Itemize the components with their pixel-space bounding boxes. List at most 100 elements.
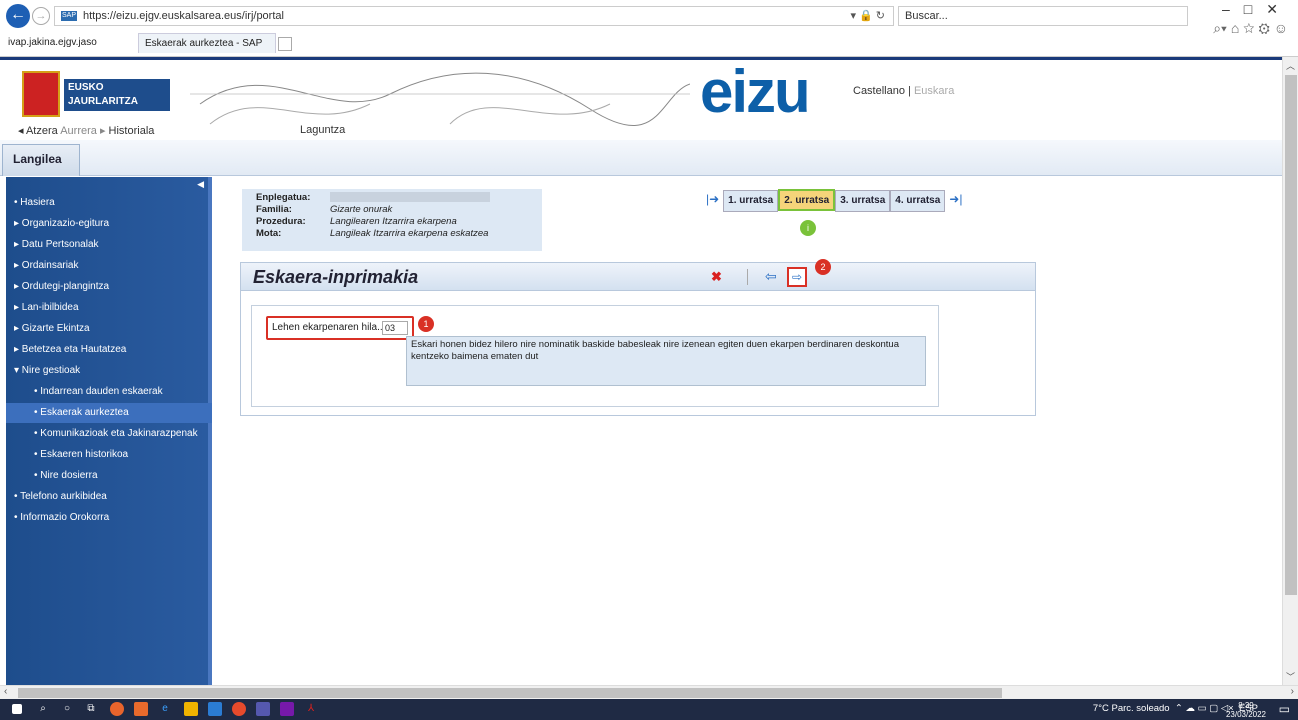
step-badge-2: 2: [815, 259, 831, 275]
sidebar-item-nire-gestioak[interactable]: ▾ Nire gestioak: [6, 361, 212, 381]
step-indicator: |➜ 1. urratsa 2. urratsa 3. urratsa 4. urrat…: [706, 189, 962, 212]
sidebar-item-organizazio[interactable]: ▸ Organizazio-egitura: [6, 214, 212, 234]
sidebar-item-betetzea[interactable]: ▸ Betetzea eta Hautatzea: [6, 340, 212, 360]
family-value: Gizarte onurak: [330, 204, 393, 215]
vertical-scrollbar[interactable]: ︿ ﹀: [1282, 57, 1298, 685]
language-switcher: Castellano | Euskara: [853, 85, 954, 97]
step-3[interactable]: 3. urratsa: [835, 190, 891, 212]
scroll-left-icon[interactable]: ‹: [4, 686, 7, 697]
sidebar-item-ordainsariak[interactable]: ▸ Ordainsariak: [6, 256, 212, 276]
lang-castellano[interactable]: Castellano: [853, 85, 905, 97]
sidebar-item-indarrean[interactable]: • Indarrean dauden eskaerak: [6, 382, 212, 402]
ie-icon[interactable]: e: [158, 702, 172, 716]
month-input[interactable]: 03: [382, 321, 408, 335]
request-form-panel: Eskaera-inprimakia ✖ ⇦ ⇨ 2 Lehen ekarpen…: [240, 259, 1036, 416]
url-text: https://eizu.ejgv.euskalsarea.eus/irj/po…: [83, 10, 284, 22]
step-1[interactable]: 1. urratsa: [723, 190, 779, 212]
sidebar: ◀ • Hasiera ▸ Organizazio-egitura ▸ Datu…: [6, 177, 212, 685]
step-4[interactable]: 4. urratsa: [890, 190, 946, 212]
nav-back-link[interactable]: ◂ Atzera: [18, 125, 58, 137]
eizu-logo: eizu: [700, 58, 811, 125]
task-view-icon[interactable]: ⧉: [84, 702, 98, 716]
sidebar-item-lan-ibilbidea[interactable]: ▸ Lan-ibilbidea: [6, 298, 212, 318]
sidebar-item-ordutegi[interactable]: ▸ Ordutegi-plangintza: [6, 277, 212, 297]
tab-langilea[interactable]: Langilea: [2, 144, 80, 176]
authorization-text: Eskari honen bidez hilero nire nominatik…: [406, 336, 926, 386]
search-icon[interactable]: ⌕: [36, 702, 50, 716]
shield-icon: [22, 71, 60, 117]
outlook-mail-icon[interactable]: [208, 702, 222, 716]
teams-icon[interactable]: [256, 702, 270, 716]
last-step-icon[interactable]: ➜|: [949, 192, 962, 206]
chrome-icon[interactable]: [232, 702, 246, 716]
employee-label: Enplegatua:: [256, 192, 311, 203]
first-step-icon[interactable]: |➜: [706, 192, 719, 206]
family-label: Familia:: [256, 204, 292, 215]
weather-text: 7°C Parc. soleado: [1092, 703, 1170, 714]
previous-step-icon[interactable]: ⇦: [765, 268, 777, 285]
sidebar-item-historikoa[interactable]: • Eskaeren historikoa: [6, 445, 212, 465]
address-bar[interactable]: SAP https://eizu.ejgv.euskalsarea.eus/ir…: [54, 6, 894, 26]
lang-euskara[interactable]: Euskara: [914, 85, 954, 97]
sidebar-item-datu[interactable]: ▸ Datu Pertsonalak: [6, 235, 212, 255]
decorative-lines: [190, 72, 690, 126]
sidebar-item-telefono[interactable]: • Telefono aurkibidea: [6, 487, 212, 507]
field-label: Lehen ekarpenaren hila...: [272, 322, 386, 333]
nav-forward-link[interactable]: Aurrera ▸: [60, 125, 105, 137]
portal-header: EUSKO JAURLARITZA GOBIERNO VASCO eizu Ca…: [0, 57, 1282, 140]
nav-history-link[interactable]: Historiala: [109, 125, 155, 137]
request-info: Enplegatua: Familia: Gizarte onurak Proze…: [242, 189, 542, 251]
site-favicon-icon: SAP: [61, 11, 77, 21]
start-icon[interactable]: [12, 704, 22, 714]
help-link[interactable]: Laguntza: [300, 124, 345, 136]
horizontal-scrollbar[interactable]: ‹ ›: [0, 685, 1298, 699]
sidebar-item-hasiera[interactable]: • Hasiera: [6, 193, 212, 213]
toolbar-separator: [747, 269, 748, 285]
tab-ivap[interactable]: ivap.jakina.ejgv.jaso: [2, 33, 136, 53]
scroll-up-icon[interactable]: ︿: [1286, 59, 1295, 72]
taskbar: ⌕ ○ ⧉ e ⅄ 7°C Parc. soleado ⌃ ☁ ▭ ▢ ◁× E…: [0, 699, 1298, 720]
sidebar-item-gizarte[interactable]: ▸ Gizarte Ekintza: [6, 319, 212, 339]
clock-date: 23/03/2022: [1225, 710, 1266, 719]
cortana-icon[interactable]: ○: [60, 702, 74, 716]
step-2[interactable]: 2. urratsa: [778, 189, 836, 211]
history-nav: ◂ Atzera Aurrera ▸ Historiala: [18, 124, 154, 137]
logo-text: EUSKO JAURLARITZA GOBIERNO VASCO: [64, 79, 170, 121]
scroll-thumb[interactable]: [1285, 75, 1297, 595]
explorer-icon[interactable]: [184, 702, 198, 716]
collapse-sidebar-icon[interactable]: ◀: [197, 179, 204, 190]
sidebar-item-informazio[interactable]: • Informazio Orokorra: [6, 508, 212, 528]
main-content: Enplegatua: Familia: Gizarte onurak Proze…: [218, 177, 1280, 685]
window-controls[interactable]: –□✕: [1222, 1, 1292, 18]
hscroll-thumb[interactable]: [18, 688, 1002, 698]
clock-time: 8:39: [1238, 701, 1254, 710]
address-controls-icon[interactable]: ▾ 🔒 ↻: [850, 7, 885, 25]
sidebar-item-komunikazioak[interactable]: • Komunikazioak eta Jakinarazpenak: [6, 424, 212, 444]
scroll-down-icon[interactable]: ﹀: [1286, 670, 1295, 683]
sidebar-item-eskaerak-aurkeztea[interactable]: • Eskaerak aurkeztea: [6, 403, 212, 423]
info-badge: i: [800, 220, 816, 236]
scroll-right-icon[interactable]: ›: [1291, 686, 1294, 697]
back-icon[interactable]: ←: [6, 4, 30, 28]
sidebar-item-dosierra[interactable]: • Nire dosierra: [6, 466, 212, 486]
lang-separator: |: [908, 85, 911, 97]
onenote-icon[interactable]: [280, 702, 294, 716]
type-label: Mota:: [256, 228, 282, 239]
outlook-icon[interactable]: [134, 702, 148, 716]
clock[interactable]: 8:39 23/03/2022: [1226, 701, 1266, 719]
notification-icon[interactable]: ▭: [1279, 702, 1290, 716]
next-step-button[interactable]: ⇨: [787, 267, 807, 287]
acrobat-icon[interactable]: ⅄: [304, 702, 318, 716]
type-value: Langileak Itzarrira ekarpena eskatzea: [330, 228, 489, 239]
government-logo: EUSKO JAURLARITZA GOBIERNO VASCO: [22, 71, 170, 121]
form-title: Eskaera-inprimakia: [241, 263, 1035, 291]
first-contribution-month-field: Lehen ekarpenaren hila... 03: [266, 316, 414, 340]
firefox-icon[interactable]: [110, 702, 124, 716]
forward-icon[interactable]: →: [32, 7, 50, 25]
procedure-label: Prozedura:: [256, 216, 306, 227]
tab-eskaerak[interactable]: Eskaerak aurkeztea - SAP N...: [138, 33, 276, 69]
toolbar-icons[interactable]: ⌕▾ ⌂ ☆ ⚙ ☺: [1213, 20, 1288, 37]
search-input[interactable]: Buscar...: [898, 6, 1188, 26]
new-tab-button[interactable]: [278, 37, 292, 51]
cancel-icon[interactable]: ✖: [711, 269, 722, 285]
